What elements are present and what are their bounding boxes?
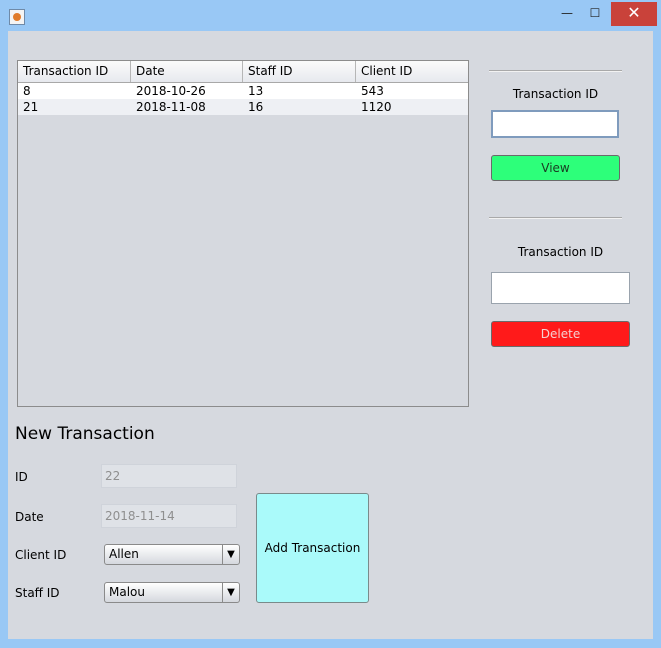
view-transaction-id-input[interactable] xyxy=(491,110,619,138)
maximize-button[interactable]: ☐ xyxy=(580,2,610,26)
staff-id-selected: Malou xyxy=(109,585,145,599)
cell-staff-id: 13 xyxy=(248,84,264,98)
transactions-table[interactable]: Transaction ID Date Staff ID Client ID 8… xyxy=(17,60,469,407)
view-separator xyxy=(489,70,622,72)
column-header-staff-id[interactable]: Staff ID xyxy=(243,61,356,82)
cell-transaction-id: 21 xyxy=(23,100,39,114)
cell-transaction-id: 8 xyxy=(23,84,31,98)
cell-date: 2018-10-26 xyxy=(136,84,206,98)
chevron-down-icon[interactable]: ▼ xyxy=(222,545,239,564)
cell-client-id: 543 xyxy=(361,84,384,98)
delete-transaction-id-input[interactable] xyxy=(491,272,630,304)
table-row[interactable]: 8 2018-10-26 13 543 xyxy=(18,83,468,99)
view-transaction-id-label: Transaction ID xyxy=(512,87,599,101)
staff-id-dropdown[interactable]: Malou ▼ xyxy=(104,582,240,603)
client-id-dropdown[interactable]: Allen ▼ xyxy=(104,544,240,565)
new-transaction-title: New Transaction xyxy=(15,424,155,444)
cell-client-id: 1120 xyxy=(361,100,392,114)
table-header: Transaction ID Date Staff ID Client ID xyxy=(18,61,468,83)
staff-id-label: Staff ID xyxy=(15,586,60,600)
id-label: ID xyxy=(15,470,28,484)
column-header-client-id[interactable]: Client ID xyxy=(356,61,468,82)
close-button[interactable]: ✕ xyxy=(611,2,657,26)
delete-transaction-id-label: Transaction ID xyxy=(517,245,604,259)
table-row[interactable]: 21 2018-11-08 16 1120 xyxy=(18,99,468,115)
title-bar[interactable]: — ☐ ✕ xyxy=(0,0,661,30)
view-button[interactable]: View xyxy=(491,155,620,181)
client-id-label: Client ID xyxy=(15,548,67,562)
add-transaction-button[interactable]: Add Transaction xyxy=(256,493,369,603)
column-header-date[interactable]: Date xyxy=(131,61,243,82)
client-id-selected: Allen xyxy=(109,547,139,561)
date-field: 2018-11-14 xyxy=(101,504,237,528)
delete-button[interactable]: Delete xyxy=(491,321,630,347)
app-window: — ☐ ✕ Transaction ID Date Staff ID Clien… xyxy=(0,0,661,648)
delete-separator xyxy=(489,217,622,219)
cell-date: 2018-11-08 xyxy=(136,100,206,114)
column-header-transaction-id[interactable]: Transaction ID xyxy=(18,61,131,82)
id-field: 22 xyxy=(101,464,237,488)
date-label: Date xyxy=(15,510,44,524)
chevron-down-icon[interactable]: ▼ xyxy=(222,583,239,602)
cell-staff-id: 16 xyxy=(248,100,264,114)
minimize-button[interactable]: — xyxy=(552,2,582,26)
java-cup-icon xyxy=(9,9,25,25)
content-panel: Transaction ID Date Staff ID Client ID 8… xyxy=(8,31,653,639)
